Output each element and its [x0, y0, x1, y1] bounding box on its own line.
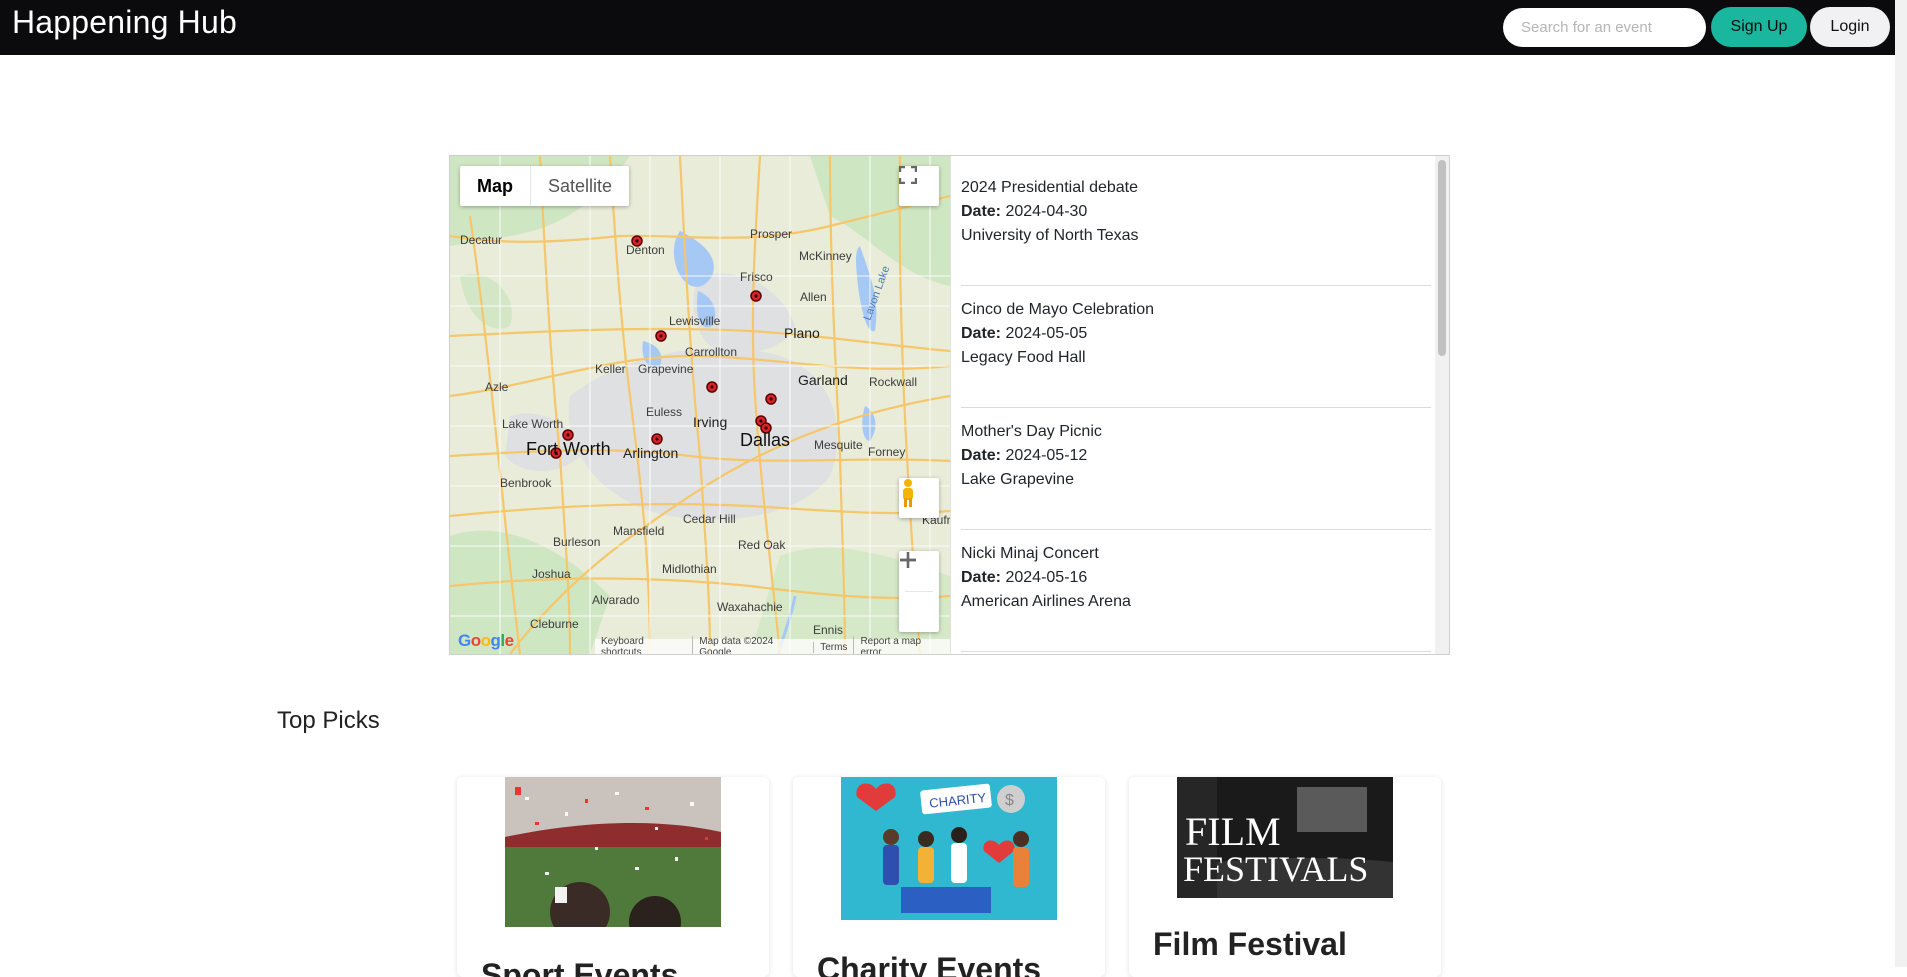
map-label-allen: Allen	[800, 290, 827, 304]
map-type-satellite-button[interactable]: Satellite	[531, 166, 629, 206]
map-label-cedar-hill: Cedar Hill	[683, 512, 736, 526]
event-venue: American Airlines Arena	[961, 593, 1131, 610]
event-date: 2024-05-16	[1005, 569, 1088, 586]
event-venue: University of North Texas	[961, 227, 1139, 244]
top-pick-card-sport[interactable]: Sport Events	[457, 777, 769, 977]
page-scrollbar[interactable]	[1895, 0, 1907, 967]
event-date: 2024-04-30	[1005, 203, 1088, 220]
film-festivals-image: FILM FESTIVALS	[1177, 777, 1393, 898]
map-label-fort-worth: Fort Worth	[526, 439, 611, 459]
google-logo[interactable]: Google	[458, 631, 514, 651]
card-title[interactable]: Film Festival	[1153, 926, 1347, 963]
map-label-plano: Plano	[784, 325, 820, 341]
film-image-text-1: FILM	[1185, 809, 1281, 854]
zoom-out-button[interactable]	[899, 558, 939, 632]
terms-link[interactable]: Terms	[813, 641, 853, 653]
event-venue: Lake Grapevine	[961, 471, 1074, 488]
brand-logo[interactable]: Happening Hub	[12, 4, 237, 41]
pegman-icon	[903, 479, 913, 507]
map-label-arlington: Arlington	[623, 445, 678, 461]
event-item[interactable]: 2024 Presidential debate Date: 2024-04-3…	[961, 164, 1431, 286]
events-list[interactable]: 2024 Presidential debate Date: 2024-04-3…	[950, 156, 1449, 654]
report-map-error-link[interactable]: Report a map error	[853, 636, 950, 654]
map-label-denton: Denton	[626, 243, 665, 257]
map-label-waxahachie: Waxahachie	[717, 600, 783, 614]
map-label-azle: Azle	[485, 380, 509, 394]
map-label-joshua: Joshua	[532, 567, 571, 581]
map-tiles: Decatur Denton Prosper McKinney Frisco A…	[450, 156, 950, 654]
top-picks-heading: Top Picks	[277, 707, 380, 734]
map-label-frisco: Frisco	[740, 270, 773, 284]
map-label-lake-worth: Lake Worth	[502, 417, 563, 431]
event-name: Mother's Day Picnic	[961, 423, 1102, 440]
event-date: 2024-05-05	[1005, 325, 1088, 342]
map-label-euless: Euless	[646, 405, 682, 419]
event-item[interactable]: Mother's Day Picnic Date: 2024-05-12 Lak…	[961, 408, 1431, 530]
fullscreen-button[interactable]	[899, 166, 939, 206]
zoom-control	[899, 551, 939, 632]
map-label-decatur: Decatur	[460, 233, 502, 247]
map-events-panel: Decatur Denton Prosper McKinney Frisco A…	[449, 155, 1450, 655]
map-label-rockwall: Rockwall	[869, 375, 917, 389]
map-label-benbrook: Benbrook	[500, 476, 552, 490]
top-pick-card-film[interactable]: FILM FESTIVALS Film Festival	[1129, 777, 1441, 977]
event-date: 2024-05-12	[1005, 447, 1088, 464]
charity-events-image: CHARITY $	[841, 777, 1057, 920]
event-date-label: Date:	[961, 325, 1002, 342]
event-date-label: Date:	[961, 569, 1002, 586]
svg-text:$: $	[1005, 792, 1014, 809]
map-label-mckinney: McKinney	[799, 249, 852, 263]
map-label-grapevine: Grapevine	[638, 362, 694, 376]
map-label-ennis: Ennis	[813, 623, 843, 637]
map-label-dallas: Dallas	[740, 430, 790, 450]
map-label-cleburne: Cleburne	[530, 617, 579, 631]
top-navbar: Happening Hub Sign Up Login	[0, 0, 1907, 55]
event-item[interactable]: Nicki Minaj Concert Date: 2024-05-16 Ame…	[961, 530, 1431, 652]
top-pick-card-charity[interactable]: CHARITY $ Charity Events	[793, 777, 1105, 977]
map-label-midlothian: Midlothian	[662, 562, 717, 576]
map-type-control: Map Satellite	[460, 166, 630, 206]
event-name: 2024 Presidential debate	[961, 179, 1139, 196]
map-label-mesquite: Mesquite	[814, 438, 863, 452]
street-view-pegman[interactable]	[899, 478, 939, 518]
minus-icon	[900, 558, 916, 562]
fullscreen-icon	[899, 166, 917, 184]
map-attribution: Keyboard shortcuts Map data ©2024 Google…	[595, 636, 950, 654]
sign-up-button[interactable]: Sign Up	[1711, 7, 1807, 47]
event-venue: Legacy Food Hall	[961, 349, 1086, 366]
map-label-garland: Garland	[798, 372, 848, 388]
map-label-burleson: Burleson	[553, 535, 600, 549]
map-label-irving: Irving	[693, 414, 727, 430]
map-label-lewisville: Lewisville	[669, 314, 721, 328]
event-date-label: Date:	[961, 447, 1002, 464]
map-label-red-oak: Red Oak	[738, 538, 786, 552]
keyboard-shortcuts-link[interactable]: Keyboard shortcuts	[595, 636, 692, 654]
map-label-alvarado: Alvarado	[592, 593, 640, 607]
event-item[interactable]: Cinco de Mayo Celebration Date: 2024-05-…	[961, 286, 1431, 408]
card-title[interactable]: Charity Events	[817, 951, 1041, 977]
login-button[interactable]: Login	[1810, 7, 1890, 47]
map-data-text: Map data ©2024 Google	[692, 636, 813, 654]
event-date-label: Date:	[961, 203, 1002, 220]
event-name: Nicki Minaj Concert	[961, 545, 1099, 562]
map-type-map-button[interactable]: Map	[460, 166, 531, 206]
search-input[interactable]	[1503, 8, 1706, 47]
map-label-prosper: Prosper	[750, 227, 792, 241]
event-name: Cinco de Mayo Celebration	[961, 301, 1154, 318]
sport-events-image	[505, 777, 721, 927]
map-label-forney: Forney	[868, 445, 905, 459]
film-image-text-2: FESTIVALS	[1183, 849, 1368, 889]
card-title[interactable]: Sport Events	[481, 957, 678, 977]
map-view[interactable]: Decatur Denton Prosper McKinney Frisco A…	[450, 156, 950, 654]
events-list-scroll-thumb[interactable]	[1438, 160, 1446, 356]
map-label-keller: Keller	[595, 362, 626, 376]
map-label-mansfield: Mansfield	[613, 524, 664, 538]
map-label-carrollton: Carrollton	[685, 345, 737, 359]
